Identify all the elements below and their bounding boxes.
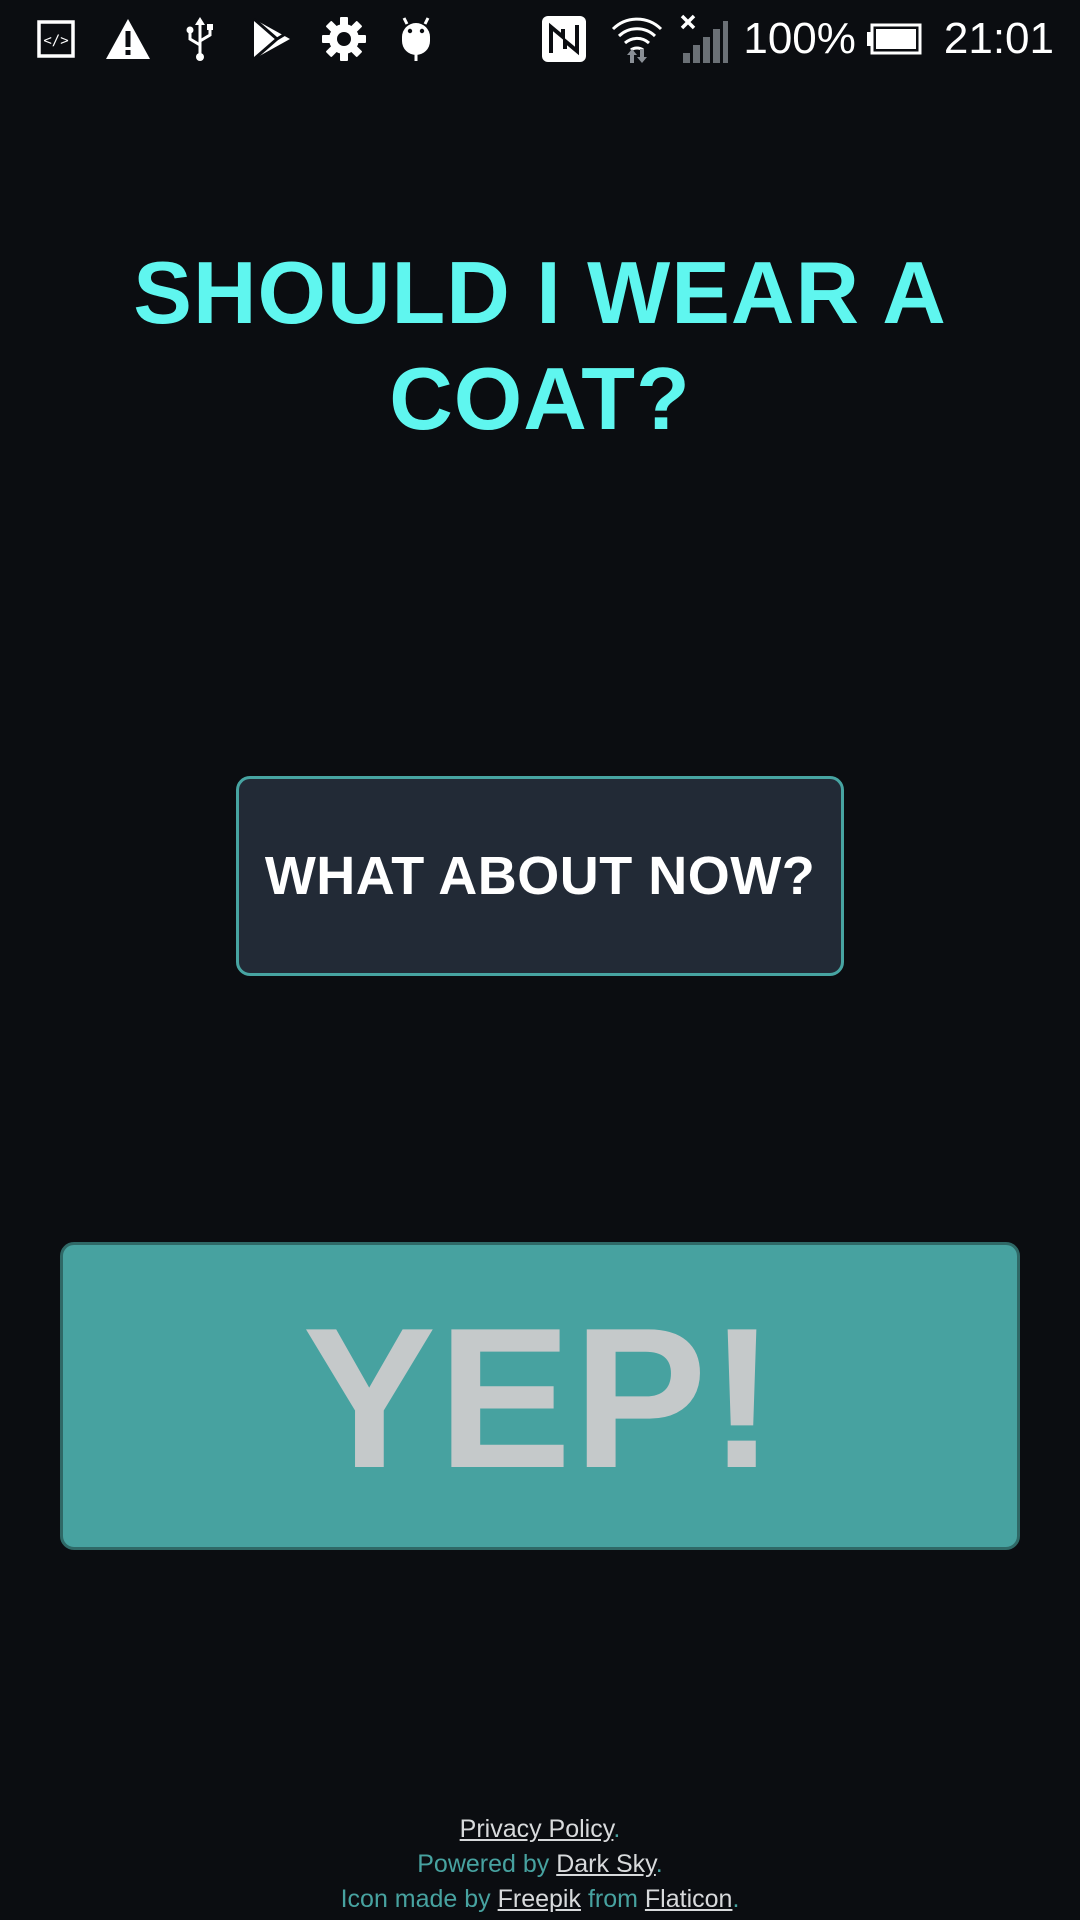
footer-icon-credit-line: Icon made by Freepik from Flaticon.: [0, 1882, 1080, 1917]
dark-sky-link[interactable]: Dark Sky: [556, 1850, 656, 1878]
signal-icon: [679, 14, 729, 63]
code-icon: </>: [32, 15, 80, 63]
freepik-link[interactable]: Freepik: [498, 1885, 581, 1913]
icon-credit-suffix: .: [732, 1885, 740, 1913]
what-about-now-button[interactable]: WHAT ABOUT NOW?: [236, 776, 844, 976]
status-bar: </> 100% 21:01: [0, 0, 1080, 78]
answer-text: YEP!: [302, 1287, 778, 1510]
icon-credit-from: from: [581, 1885, 645, 1913]
footer-powered-line: Powered by Dark Sky.: [0, 1847, 1080, 1882]
usb-icon: [176, 15, 224, 63]
battery-percent: 100%: [743, 14, 856, 63]
warning-icon: [104, 15, 152, 63]
answer-card: YEP!: [60, 1242, 1020, 1550]
icon-credit-prefix: Icon made by: [340, 1885, 498, 1913]
settings-icon: [320, 15, 368, 63]
footer-privacy-line: Privacy Policy.: [0, 1812, 1080, 1847]
status-bar-right: 100% 21:01: [541, 0, 1054, 78]
what-about-now-label: WHAT ABOUT NOW?: [264, 846, 816, 906]
svg-text:</>: </>: [43, 33, 68, 49]
battery-icon: [866, 15, 922, 63]
powered-prefix: Powered by: [417, 1850, 557, 1878]
android-debug-icon: [392, 15, 440, 63]
powered-suffix: .: [655, 1850, 663, 1878]
page-title: SHOULD I WEAR A COAT?: [133, 243, 947, 448]
footer: Privacy Policy. Powered by Dark Sky. Ico…: [0, 1812, 1080, 1917]
privacy-policy-link[interactable]: Privacy Policy: [460, 1815, 614, 1843]
privacy-suffix: .: [613, 1815, 621, 1843]
nfc-icon: [541, 15, 587, 63]
flaticon-link[interactable]: Flaticon: [645, 1885, 733, 1913]
play-store-icon: [248, 15, 296, 63]
status-bar-left: </>: [32, 0, 464, 78]
clock: 21:01: [943, 14, 1054, 63]
wifi-icon: [609, 15, 665, 63]
